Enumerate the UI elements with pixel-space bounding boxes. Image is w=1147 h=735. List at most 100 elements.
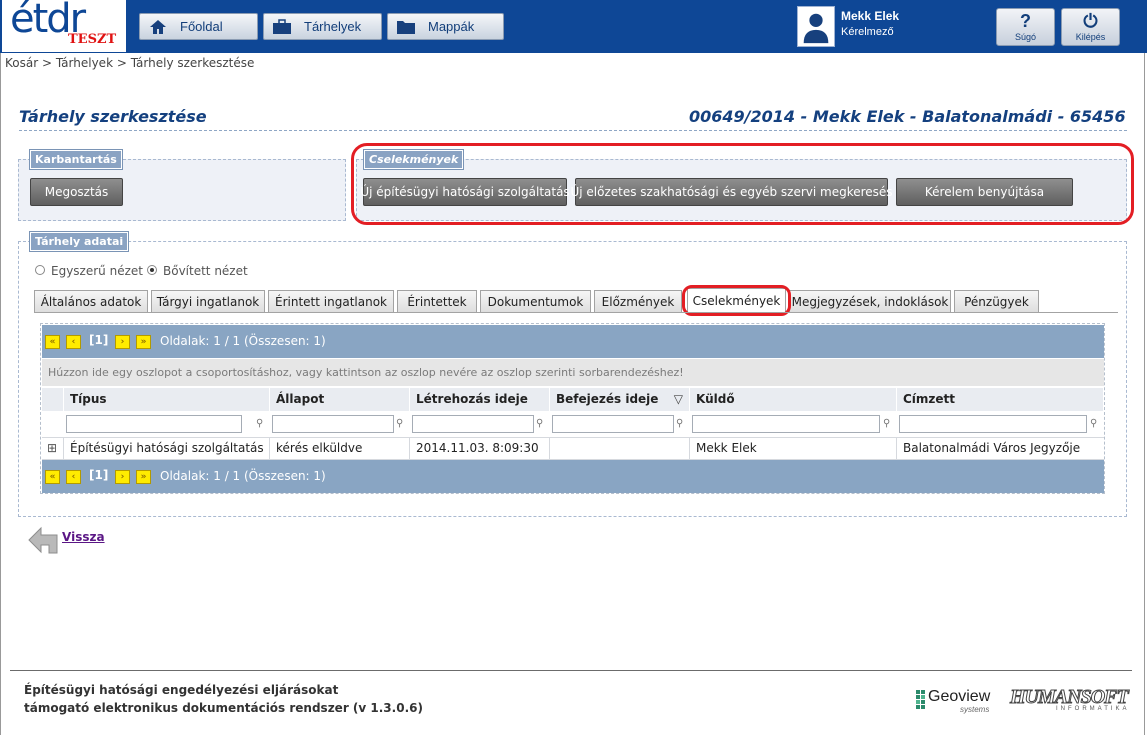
filter-recipient: ⚲ xyxy=(897,413,1104,435)
logo-badge: TESZT xyxy=(68,32,117,47)
column-finished-label: Befejezés ideje xyxy=(556,392,659,406)
filter-funnel-icon[interactable]: ⚲ xyxy=(396,418,408,430)
prev-page-icon[interactable]: ‹ xyxy=(66,470,81,484)
tab-finances[interactable]: Pénzügyek xyxy=(954,290,1039,312)
group-by-hint[interactable]: Húzzon ide egy oszlopot a csoportosításh… xyxy=(42,359,1104,386)
cell-finished xyxy=(550,438,690,459)
nav-storages-label: Tárhelyek xyxy=(304,19,362,34)
sort-desc-icon[interactable]: ▽ xyxy=(674,388,683,411)
page-info: Oldalak: 1 / 1 (Összesen: 1) xyxy=(160,334,326,348)
back-arrow-icon[interactable] xyxy=(27,526,59,554)
filter-funnel-icon[interactable]: ⚲ xyxy=(536,418,548,430)
last-page-icon[interactable]: » xyxy=(136,335,151,349)
filter-funnel-icon[interactable]: ⚲ xyxy=(1090,418,1102,430)
filter-type: ⚲ xyxy=(64,413,270,435)
back-link[interactable]: Vissza xyxy=(62,530,105,544)
storage-data-legend: Tárhely adatai xyxy=(28,231,130,252)
logo[interactable]: étdr TESZT xyxy=(2,0,126,52)
filter-funnel-icon[interactable]: ⚲ xyxy=(256,418,268,430)
extended-view-radio[interactable] xyxy=(147,265,157,275)
nav-folders-label: Mappák xyxy=(428,19,475,34)
nav-folders-button[interactable]: Mappák xyxy=(387,13,504,40)
footer-divider xyxy=(10,670,1132,671)
filter-funnel-icon[interactable]: ⚲ xyxy=(676,418,688,430)
tab-subject-properties[interactable]: Tárgyi ingatlanok xyxy=(151,290,265,312)
nav-home-button[interactable]: Főoldal xyxy=(139,13,258,40)
filter-funnel-icon[interactable]: ⚲ xyxy=(883,418,895,430)
folder-icon xyxy=(397,20,415,34)
filter-recipient-input[interactable] xyxy=(899,415,1087,433)
briefcase-icon xyxy=(273,18,291,34)
footer-line-1: Építésügyi hatósági engedélyezési eljárá… xyxy=(24,683,339,697)
nav-storages-button[interactable]: Tárhelyek xyxy=(263,13,382,40)
page-title: Tárhely szerkesztése xyxy=(19,107,207,126)
filter-finished-input[interactable] xyxy=(552,415,674,433)
expand-column-header xyxy=(42,388,64,411)
column-type[interactable]: Típus xyxy=(64,388,270,411)
page-frame-left xyxy=(0,53,1,735)
first-page-icon[interactable]: « xyxy=(45,335,60,349)
bottom-pager: « ‹ [1] › » Oldalak: 1 / 1 (Összesen: 1) xyxy=(42,460,1104,493)
simple-view-radio[interactable] xyxy=(35,265,45,275)
column-sender[interactable]: Küldő xyxy=(690,388,897,411)
user-role: Kérelmező xyxy=(841,26,894,38)
geoview-sub: systems xyxy=(960,705,990,714)
filter-finished: ⚲ xyxy=(550,413,690,435)
last-page-icon[interactable]: » xyxy=(136,470,151,484)
cell-type: Építésügyi hatósági szolgáltatás xyxy=(64,438,270,459)
current-page[interactable]: [1] xyxy=(89,468,108,482)
question-icon: ? xyxy=(1020,11,1031,31)
expand-row-icon[interactable]: ⊞ xyxy=(42,438,64,459)
filter-status: ⚲ xyxy=(270,413,410,435)
home-icon xyxy=(150,19,166,34)
title-divider xyxy=(19,130,1127,131)
filter-status-input[interactable] xyxy=(272,415,394,433)
column-status[interactable]: Állapot xyxy=(270,388,410,411)
help-button[interactable]: ? Súgó xyxy=(996,8,1055,46)
simple-view-label[interactable]: Egyszerű nézet xyxy=(51,264,143,278)
tab-general-data[interactable]: Általános adatok xyxy=(34,290,148,312)
filter-type-input[interactable] xyxy=(66,415,242,433)
share-button[interactable]: Megosztás xyxy=(30,178,123,206)
column-finished[interactable]: Befejezés ideje ▽ xyxy=(550,388,690,411)
user-box[interactable]: Mekk Elek Kérelmező xyxy=(795,5,979,48)
cell-sender: Mekk Elek xyxy=(690,438,897,459)
user-icon xyxy=(803,13,829,44)
cell-status: kérés elküldve xyxy=(270,438,410,459)
column-created[interactable]: Létrehozás ideje xyxy=(410,388,550,411)
avatar xyxy=(797,6,835,47)
logout-label: Kilépés xyxy=(1075,32,1106,42)
cell-created: 2014.11.03. 8:09:30 xyxy=(410,438,550,459)
nav-home-label: Főoldal xyxy=(180,19,223,34)
logout-button[interactable]: ⏻ Kilépés xyxy=(1061,8,1120,46)
breadcrumb[interactable]: Kosár > Tárhelyek > Tárhely szerkesztése xyxy=(5,56,254,70)
page-subtitle: 00649/2014 - Mekk Elek - Balatonalmádi -… xyxy=(689,107,1126,126)
tab-documents[interactable]: Dokumentumok xyxy=(480,290,591,312)
page-info: Oldalak: 1 / 1 (Összesen: 1) xyxy=(160,469,326,483)
tab-history[interactable]: Előzmények xyxy=(594,290,682,312)
tab-affected-parties[interactable]: Érintettek xyxy=(397,290,477,312)
extended-view-label[interactable]: Bővített nézet xyxy=(163,264,248,278)
top-pager: « ‹ [1] › » Oldalak: 1 / 1 (Összesen: 1) xyxy=(42,325,1104,358)
actions-highlight xyxy=(351,143,1134,225)
current-page[interactable]: [1] xyxy=(89,333,108,347)
tabs-baseline xyxy=(34,312,1118,313)
footer-line-2: támogató elektronikus dokumentációs rend… xyxy=(24,701,423,715)
filter-created-input[interactable] xyxy=(412,415,534,433)
first-page-icon[interactable]: « xyxy=(45,470,60,484)
filter-sender-input[interactable] xyxy=(692,415,880,433)
user-name: Mekk Elek xyxy=(841,9,900,23)
tab-notes[interactable]: Megjegyzések, indoklások xyxy=(789,290,951,312)
page-frame-right xyxy=(1144,53,1145,735)
column-recipient[interactable]: Címzett xyxy=(897,388,1104,411)
power-icon: ⏻ xyxy=(1083,11,1098,31)
tab-affected-properties[interactable]: Érintett ingatlanok xyxy=(268,290,394,312)
filter-sender: ⚲ xyxy=(690,413,897,435)
cell-recipient: Balatonalmádi Város Jegyzője xyxy=(903,441,1081,455)
prev-page-icon[interactable]: ‹ xyxy=(66,335,81,349)
help-label: Súgó xyxy=(1014,32,1037,42)
next-page-icon[interactable]: › xyxy=(115,335,130,349)
next-page-icon[interactable]: › xyxy=(115,470,130,484)
geoview-mark-icon xyxy=(916,690,925,709)
humansoft-sub: INFORMATIKA xyxy=(1056,706,1130,712)
